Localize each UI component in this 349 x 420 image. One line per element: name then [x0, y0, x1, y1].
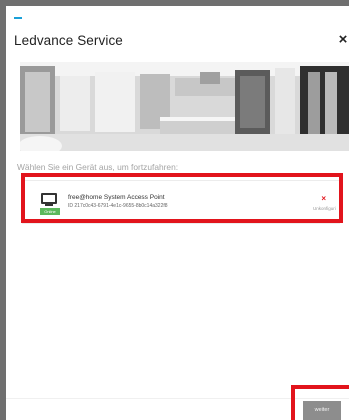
service-dialog: Ledvance Service × Wählen Sie ein Gerät …	[6, 6, 349, 420]
accent-line	[14, 17, 22, 19]
device-name: free@home System Access Point	[68, 194, 165, 201]
kitchen-illustration	[20, 62, 349, 151]
hero-image	[20, 62, 349, 151]
device-id: ID 217c0c43-6791-4e1c-9655-8b0c14a322f8	[68, 203, 168, 209]
monitor-icon: Online	[40, 193, 60, 217]
status-badge: Online	[40, 208, 60, 215]
dialog-title: Ledvance Service	[14, 33, 123, 48]
unconfigure-icon[interactable]: ×	[321, 194, 326, 203]
next-button[interactable]: weiter	[303, 401, 341, 420]
unconfigure-label[interactable]: Unkonfiguri	[313, 206, 339, 211]
footer-divider	[6, 398, 349, 399]
device-list-item[interactable]: Online free@home System Access Point ID …	[22, 180, 340, 224]
instruction-text: Wählen Sie ein Gerät aus, um fortzufahre…	[17, 162, 179, 172]
close-icon[interactable]: ×	[337, 32, 349, 48]
